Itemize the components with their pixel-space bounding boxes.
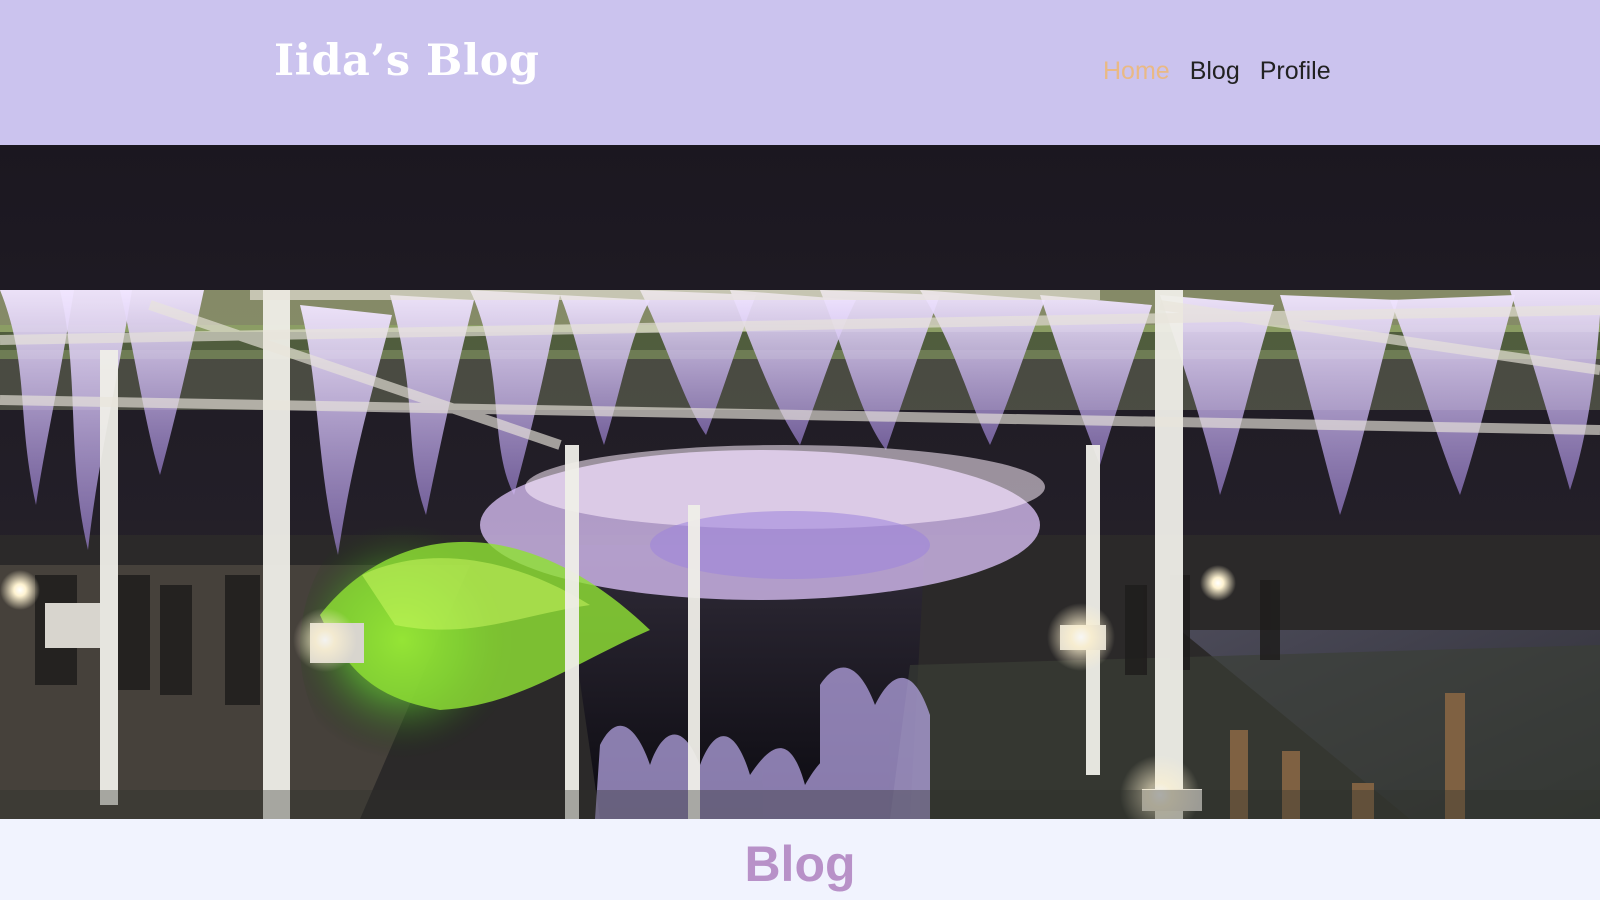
section-title: Blog <box>744 836 856 892</box>
site-header: Iida’s Blog Home Blog Profile <box>0 0 1600 145</box>
nav-blog-link[interactable]: Blog <box>1190 56 1240 86</box>
site-title[interactable]: Iida’s Blog <box>274 36 539 86</box>
main-navigation: Home Blog Profile <box>1103 56 1331 86</box>
nav-home-link[interactable]: Home <box>1103 56 1170 86</box>
hero-image <box>0 145 1600 819</box>
nav-profile-link[interactable]: Profile <box>1260 56 1331 86</box>
wisteria-photo <box>0 145 1600 819</box>
page: Iida’s Blog Home Blog Profile Blog <box>0 0 1600 900</box>
